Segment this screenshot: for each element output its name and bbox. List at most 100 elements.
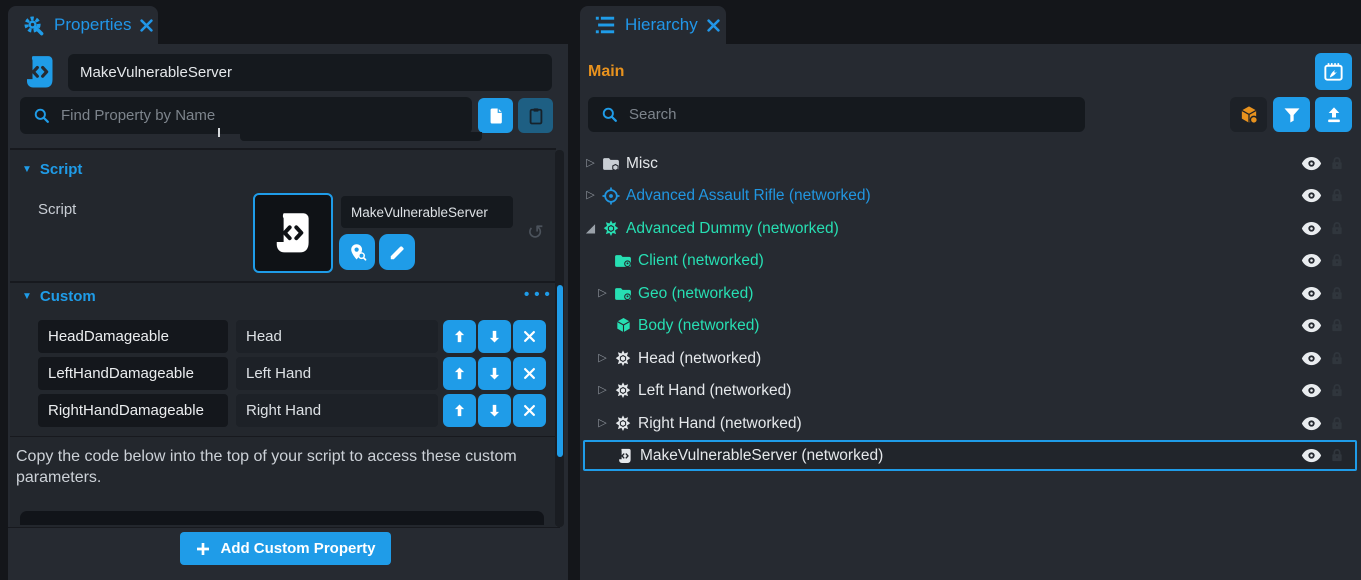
lock-icon[interactable]	[1329, 350, 1345, 367]
custom-section-title: Custom	[40, 288, 96, 305]
custom-param-name[interactable]: LeftHandDamageable	[38, 357, 228, 390]
expand-arrow-icon[interactable]	[595, 288, 610, 299]
expand-arrow-icon[interactable]	[595, 418, 610, 429]
visibility-eye-icon[interactable]	[1301, 416, 1322, 431]
filter-button[interactable]	[1273, 97, 1310, 132]
find-property-search[interactable]	[20, 97, 472, 134]
lock-icon[interactable]	[1329, 317, 1345, 334]
tree-row[interactable]: Right Hand (networked)	[583, 408, 1357, 439]
copy-properties-button[interactable]	[478, 98, 513, 133]
find-property-input[interactable]	[59, 106, 472, 125]
move-up-button[interactable]	[443, 320, 476, 353]
move-up-button[interactable]	[443, 394, 476, 427]
launch-calendar-button[interactable]	[1315, 53, 1352, 90]
lock-icon[interactable]	[1329, 447, 1345, 464]
delete-button[interactable]	[513, 394, 546, 427]
clipped-property-caret	[218, 128, 220, 137]
close-icon[interactable]	[140, 19, 153, 32]
close-icon[interactable]	[707, 19, 720, 32]
folder-pin-icon	[612, 251, 634, 271]
scrollbar-thumb[interactable]	[557, 285, 563, 457]
tree-row[interactable]: Client (networked)	[583, 245, 1357, 276]
lock-icon[interactable]	[1329, 220, 1345, 237]
collapse-arrow-icon[interactable]	[583, 222, 598, 235]
custom-param-value-text: Head	[246, 328, 282, 345]
section-collapse-icon[interactable]: ▼	[22, 164, 32, 175]
networked-objects-button[interactable]	[1230, 97, 1267, 132]
add-custom-property-label: Add Custom Property	[220, 540, 375, 557]
move-down-button[interactable]	[478, 394, 511, 427]
lock-icon[interactable]	[1329, 155, 1345, 172]
script-section-header[interactable]: ▼ Script	[22, 161, 82, 178]
script-icon	[20, 52, 60, 92]
visibility-eye-icon[interactable]	[1301, 383, 1322, 398]
custom-param-name[interactable]: RightHandDamageable	[38, 394, 228, 427]
expand-arrow-icon[interactable]	[595, 353, 610, 364]
visibility-eye-icon[interactable]	[1301, 448, 1322, 463]
custom-param-value-text: Right Hand	[246, 402, 321, 419]
tab-hierarchy[interactable]: Hierarchy	[580, 6, 726, 44]
lock-icon[interactable]	[1329, 285, 1345, 302]
visibility-eye-icon[interactable]	[1301, 188, 1322, 203]
launch-calendar-icon	[1322, 60, 1345, 83]
hierarchy-icon	[594, 14, 616, 36]
tab-properties[interactable]: Properties	[8, 6, 158, 44]
tree-row-label: Head (networked)	[638, 350, 1357, 368]
more-menu-icon[interactable]	[524, 286, 551, 304]
visibility-eye-icon[interactable]	[1301, 253, 1322, 268]
lock-icon[interactable]	[1329, 382, 1345, 399]
tree-row[interactable]: Body (networked)	[583, 310, 1357, 341]
delete-button[interactable]	[513, 320, 546, 353]
tree-row-selected[interactable]: MakeVulnerableServer (networked)	[583, 440, 1357, 471]
custom-section-header[interactable]: ▼ Custom	[22, 288, 96, 305]
upload-button[interactable]	[1315, 97, 1352, 132]
hierarchy-search-input[interactable]	[627, 105, 1085, 124]
folder-pin-icon	[612, 284, 634, 304]
script-icon	[614, 447, 636, 465]
reset-icon[interactable]: ↺	[527, 223, 544, 243]
hierarchy-search[interactable]	[588, 97, 1085, 132]
expand-arrow-icon[interactable]	[595, 385, 610, 396]
visibility-eye-icon[interactable]	[1301, 156, 1322, 171]
lock-icon[interactable]	[1329, 187, 1345, 204]
custom-param-value[interactable]: Right Hand	[236, 394, 438, 427]
edit-script-button[interactable]	[379, 234, 415, 270]
custom-param-value[interactable]: Left Hand	[236, 357, 438, 390]
move-down-icon	[486, 328, 503, 345]
script-asset-tile[interactable]	[253, 193, 333, 273]
lock-icon[interactable]	[1329, 415, 1345, 432]
expand-arrow-icon[interactable]	[583, 190, 598, 201]
tree-row[interactable]: Left Hand (networked)	[583, 375, 1357, 406]
visibility-eye-icon[interactable]	[1301, 318, 1322, 333]
pencil-icon	[388, 243, 407, 262]
tree-row-label: Geo (networked)	[638, 285, 1357, 303]
expand-arrow-icon[interactable]	[583, 158, 598, 169]
object-name-field[interactable]	[68, 54, 552, 91]
move-up-icon	[451, 365, 468, 382]
section-collapse-icon[interactable]: ▼	[22, 291, 32, 302]
gear-wrench-icon	[22, 14, 45, 37]
tab-properties-title: Properties	[54, 15, 131, 35]
find-script-in-tree-button[interactable]	[339, 234, 375, 270]
move-down-button[interactable]	[478, 320, 511, 353]
move-up-button[interactable]	[443, 357, 476, 390]
visibility-eye-icon[interactable]	[1301, 286, 1322, 301]
tree-row[interactable]: Advanced Dummy (networked)	[583, 213, 1357, 244]
divider	[10, 281, 556, 283]
tree-row[interactable]: Geo (networked)	[583, 278, 1357, 309]
tree-row[interactable]: Advanced Assault Rifle (networked)	[583, 180, 1357, 211]
move-down-button[interactable]	[478, 357, 511, 390]
custom-param-name[interactable]: HeadDamageable	[38, 320, 228, 353]
delete-button[interactable]	[513, 357, 546, 390]
lock-icon[interactable]	[1329, 252, 1345, 269]
visibility-eye-icon[interactable]	[1301, 351, 1322, 366]
custom-param-value[interactable]: Head	[236, 320, 438, 353]
visibility-eye-icon[interactable]	[1301, 221, 1322, 236]
custom-help-text: Copy the code below into the top of your…	[16, 446, 542, 488]
add-custom-property-button[interactable]: Add Custom Property	[180, 532, 391, 565]
paste-properties-button[interactable]	[518, 98, 553, 133]
tree-row[interactable]: Misc	[583, 148, 1357, 179]
editor-window: Properties	[0, 0, 1361, 580]
tree-row[interactable]: Head (networked)	[583, 343, 1357, 374]
tree-row-label: Misc	[626, 155, 1357, 173]
